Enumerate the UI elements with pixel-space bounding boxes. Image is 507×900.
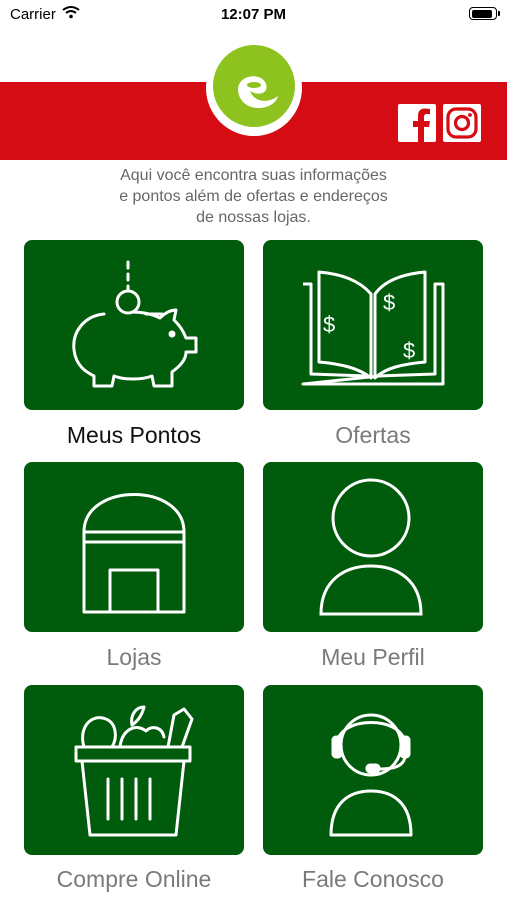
- intro-text: Aqui você encontra suas informações e po…: [60, 165, 447, 228]
- open-book-dollar-icon: $ $ $: [301, 270, 445, 386]
- label-ofertas[interactable]: Ofertas: [243, 422, 503, 449]
- app-logo: [206, 40, 302, 136]
- label-lojas[interactable]: Lojas: [4, 644, 264, 671]
- tile-compre-online[interactable]: [24, 685, 244, 855]
- facebook-icon[interactable]: [398, 104, 436, 142]
- label-fale-conosco[interactable]: Fale Conosco: [243, 866, 503, 893]
- intro-line-3: de nossas lojas.: [196, 209, 311, 226]
- tile-meu-perfil[interactable]: [263, 462, 483, 632]
- user-icon: [319, 478, 423, 616]
- battery-icon: [469, 7, 500, 20]
- piggy-bank-icon: [72, 260, 198, 388]
- e-swirl-logo-icon: [213, 45, 295, 127]
- instagram-icon[interactable]: [443, 104, 481, 142]
- tile-meus-pontos[interactable]: [24, 240, 244, 410]
- label-meu-perfil[interactable]: Meu Perfil: [243, 644, 503, 671]
- svg-text:$: $: [383, 290, 395, 315]
- svg-text:$: $: [403, 338, 415, 363]
- status-bar: Carrier 12:07 PM: [0, 0, 507, 30]
- intro-line-2: e pontos além de ofertas e endereços: [119, 188, 388, 205]
- headset-support-icon: [329, 713, 413, 837]
- svg-text:$: $: [323, 312, 335, 337]
- store-icon: [82, 493, 186, 614]
- grocery-basket-icon: [74, 705, 194, 837]
- tile-lojas[interactable]: [24, 462, 244, 632]
- label-compre-online[interactable]: Compre Online: [4, 866, 264, 893]
- intro-line-1: Aqui você encontra suas informações: [120, 167, 387, 184]
- clock: 12:07 PM: [220, 6, 287, 23]
- tile-fale-conosco[interactable]: [263, 685, 483, 855]
- label-meus-pontos[interactable]: Meus Pontos: [4, 422, 264, 449]
- tile-ofertas[interactable]: $ $ $: [263, 240, 483, 410]
